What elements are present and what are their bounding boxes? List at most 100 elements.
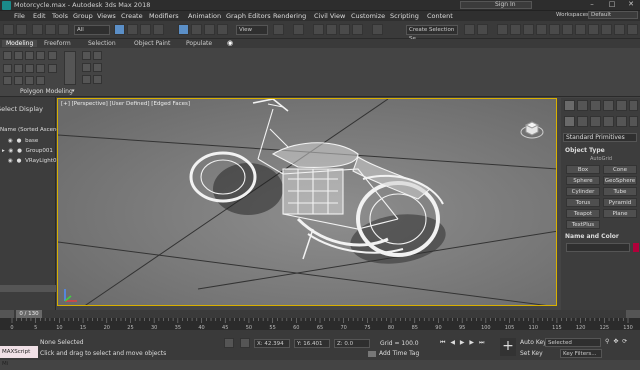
object-name-field[interactable] (566, 243, 630, 252)
ribbon-tool-5-icon[interactable] (48, 51, 57, 60)
time-slider-thumb[interactable]: 0 / 130 (16, 310, 42, 318)
graphite-toolbox-icon[interactable] (523, 24, 534, 35)
ribbon-tool-2-icon[interactable] (14, 51, 23, 60)
lights-icon[interactable] (590, 116, 601, 127)
create-tab-icon[interactable] (564, 100, 575, 111)
timeline-ruler[interactable]: 0 5 10 15 20 25 30 35 40 45 50 55 60 65 70 75 80 85 90 95 10… (0, 318, 640, 330)
menu-group[interactable]: Group (73, 12, 93, 20)
render-active-shade-icon[interactable] (627, 24, 638, 35)
snaps-toggle-icon[interactable] (313, 24, 324, 35)
menu-edit[interactable]: Edit (33, 12, 46, 20)
ribbon-tool-6-icon[interactable] (3, 64, 12, 73)
ribbon-tool-12-icon[interactable] (14, 76, 23, 85)
ribbon-tool-8-icon[interactable] (25, 64, 34, 73)
explorer-scrollbar[interactable] (0, 285, 56, 292)
tab-object-paint[interactable]: Object Paint (134, 40, 170, 47)
eye-icon[interactable]: ◉ (9, 148, 14, 154)
go-to-end-icon[interactable]: ⏭ (479, 339, 484, 346)
time-tag-icon[interactable] (368, 351, 376, 357)
name-color-title[interactable]: Name and Color (565, 233, 619, 240)
pan-icon[interactable]: ✥ (613, 338, 618, 345)
space-warps-icon[interactable] (629, 116, 638, 127)
list-item[interactable]: ▸ ◉ ● Group001 (2, 148, 53, 154)
geosphere-button[interactable]: GeoSphere (603, 176, 637, 185)
display-tab-icon[interactable] (616, 100, 627, 111)
schematic-view-icon[interactable] (549, 24, 560, 35)
menu-graph-editors[interactable]: Graph Editors (226, 12, 271, 20)
bind-space-warp-icon[interactable] (58, 24, 69, 35)
ribbon-tool-13-icon[interactable] (25, 76, 34, 85)
zoom-icon[interactable]: ⚲ (605, 338, 609, 345)
tab-selection[interactable]: Selection (88, 40, 116, 47)
render-setup-icon[interactable] (575, 24, 586, 35)
ribbon-tool-17-icon[interactable] (82, 63, 91, 72)
tab-modeling[interactable]: Modeling (2, 40, 38, 47)
window-crossing-icon[interactable] (153, 24, 164, 35)
reference-coordinate-dropdown[interactable]: View (236, 25, 268, 35)
edit-named-selection-icon[interactable] (372, 24, 383, 35)
tab-freeform[interactable]: Freeform (44, 40, 71, 47)
menu-content[interactable]: Content (427, 12, 453, 20)
curve-editor-icon[interactable] (536, 24, 547, 35)
menu-customize[interactable]: Customize (351, 12, 385, 20)
render-iterative-icon[interactable] (614, 24, 625, 35)
textplus-button[interactable]: TextPlus (566, 220, 600, 229)
ribbon-tool-10-icon[interactable] (48, 64, 57, 73)
select-and-rotate-icon[interactable] (191, 24, 202, 35)
menu-modifiers[interactable]: Modifiers (149, 12, 179, 20)
torus-button[interactable]: Torus (566, 198, 600, 207)
ribbon-tool-14-icon[interactable] (36, 76, 45, 85)
absolute-mode-icon[interactable] (240, 338, 250, 348)
ribbon-tool-20-icon[interactable] (93, 75, 102, 84)
ribbon-expand-icon[interactable]: ▾ (72, 88, 75, 94)
rendered-frame-window-icon[interactable] (588, 24, 599, 35)
ribbon-tool-4-icon[interactable] (36, 51, 45, 60)
expand-icon[interactable]: ▸ (2, 148, 5, 154)
menu-tools[interactable]: Tools (52, 12, 68, 20)
close-button[interactable]: ✕ (621, 0, 640, 10)
select-and-scale-icon[interactable] (204, 24, 215, 35)
tab-display[interactable]: Display (19, 105, 43, 113)
menu-create[interactable]: Create (121, 12, 143, 20)
z-coordinate[interactable]: Z: 0.0 (334, 339, 370, 348)
select-and-move-icon[interactable] (178, 24, 189, 35)
slider-next-icon[interactable] (626, 310, 640, 318)
set-key-icon[interactable]: + (500, 338, 516, 356)
utilities-tab-icon[interactable] (629, 100, 638, 111)
pyramid-button[interactable]: Pyramid (603, 198, 637, 207)
ribbon-tool-18-icon[interactable] (93, 63, 102, 72)
slider-prev-icon[interactable] (0, 310, 14, 318)
shapes-icon[interactable] (577, 116, 588, 127)
previous-frame-icon[interactable]: ◀ (450, 339, 455, 346)
ribbon-tool-16-icon[interactable] (93, 51, 102, 60)
named-selection-set-dropdown[interactable]: Create Selection Se (406, 25, 458, 42)
tube-button[interactable]: Tube (603, 187, 637, 196)
tab-select[interactable]: Select (0, 105, 17, 113)
list-item[interactable]: ◉ ● VRayLight01 (2, 158, 60, 164)
list-item[interactable]: ◉ ● base (2, 138, 38, 144)
ribbon-tool-9-icon[interactable] (36, 64, 45, 73)
key-mode-dropdown[interactable]: Selected (545, 338, 601, 347)
lock-selection-icon[interactable] (224, 338, 234, 348)
menu-animation[interactable]: Animation (188, 12, 221, 20)
tab-populate[interactable]: Populate (186, 40, 212, 47)
pivot-center-icon[interactable] (273, 24, 284, 35)
angle-snap-icon[interactable] (326, 24, 337, 35)
add-time-tag[interactable]: Add Time Tag (379, 350, 419, 357)
autogrid-checkbox[interactable]: AutoGrid (590, 156, 612, 162)
spinner-snap-icon[interactable] (352, 24, 363, 35)
select-object-icon[interactable] (114, 24, 125, 35)
undo-icon[interactable] (3, 24, 14, 35)
minimize-button[interactable]: – (582, 0, 602, 10)
ribbon-tool-7-icon[interactable] (14, 64, 23, 73)
toggle-scene-explorer-icon[interactable] (497, 24, 508, 35)
menu-rendering[interactable]: Rendering (273, 12, 306, 20)
toggle-layer-explorer-icon[interactable] (510, 24, 521, 35)
link-icon[interactable] (32, 24, 43, 35)
mirror-icon[interactable] (464, 24, 475, 35)
rectangular-selection-icon[interactable] (140, 24, 151, 35)
modify-tab-icon[interactable] (577, 100, 588, 111)
ribbon-options-icon[interactable]: ◉ (227, 39, 233, 47)
menu-file[interactable]: File (14, 12, 25, 20)
teapot-button[interactable]: Teapot (566, 209, 600, 218)
